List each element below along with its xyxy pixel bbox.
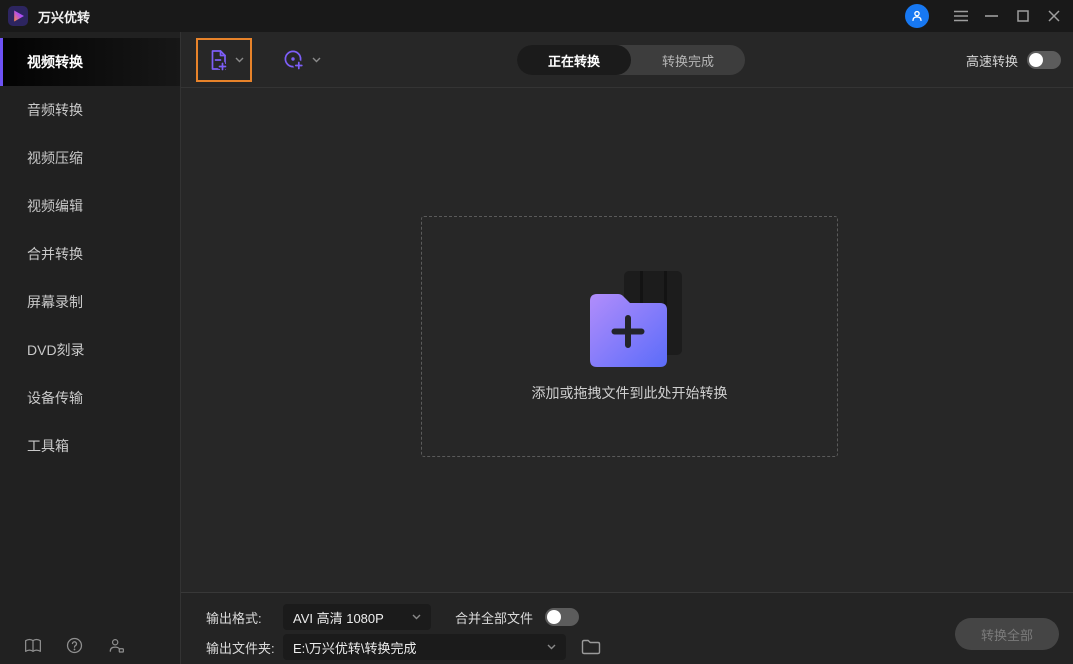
browse-folder-icon[interactable]: [581, 639, 601, 655]
output-folder-value: E:\万兴优转\转换完成: [293, 640, 417, 656]
output-folder-label: 输出文件夹:: [206, 640, 275, 656]
high-speed-section: 高速转换: [966, 32, 1061, 88]
tab-converting[interactable]: 正在转换: [517, 45, 631, 75]
close-icon[interactable]: [1038, 0, 1069, 32]
add-folder-icon: [574, 270, 686, 371]
convert-all-button[interactable]: 转换全部: [955, 618, 1059, 650]
chevron-down-icon[interactable]: [312, 57, 321, 63]
sidebar-footer: [0, 637, 180, 654]
merge-all-toggle[interactable]: [545, 608, 580, 626]
toggle-knob: [1029, 53, 1043, 67]
toggle-knob: [547, 610, 562, 624]
high-speed-label: 高速转换: [965, 53, 1018, 69]
sidebar-item-dvd-burn[interactable]: DVD刻录: [0, 326, 180, 374]
output-folder-row: 输出文件夹: E:\万兴优转\转换完成: [206, 634, 601, 660]
minimize-icon[interactable]: [976, 0, 1007, 32]
app-title: 万兴优转: [38, 9, 91, 25]
menu-icon[interactable]: [945, 0, 976, 32]
app-logo-icon: [8, 6, 28, 26]
sidebar-item-video-compress[interactable]: 视频压缩: [0, 134, 180, 182]
dropzone-hint: 添加或拖拽文件到此处开始转换: [531, 384, 728, 401]
chevron-down-icon: [412, 614, 421, 620]
add-disc-button[interactable]: [273, 38, 329, 82]
main-area: 正在转换 转换完成 高速转换 添加或拖拽文件到此处开始转换 输出格式: AVI …: [181, 32, 1073, 664]
guide-book-icon[interactable]: [24, 638, 42, 654]
sidebar-item-screen-record[interactable]: 屏幕录制: [0, 278, 180, 326]
help-icon[interactable]: [66, 637, 83, 654]
dropzone[interactable]: 添加或拖拽文件到此处开始转换: [421, 216, 838, 457]
tab-converted[interactable]: 转换完成: [631, 45, 745, 75]
footer-bar: 输出格式: AVI 高清 1080P 合并全部文件 输出文件夹: E:\万兴优转…: [181, 592, 1073, 664]
chevron-down-icon[interactable]: [235, 57, 244, 63]
sidebar-item-audio-convert[interactable]: 音频转换: [0, 86, 180, 134]
output-format-row: 输出格式: AVI 高清 1080P 合并全部文件: [206, 604, 580, 630]
sidebar-nav: 视频转换 音频转换 视频压缩 视频编辑 合并转换 屏幕录制 DVD刻录 设备传输…: [0, 32, 180, 470]
contact-icon[interactable]: [107, 637, 125, 654]
sidebar-item-merge-convert[interactable]: 合并转换: [0, 230, 180, 278]
account-avatar[interactable]: [905, 4, 929, 28]
toolbar: 正在转换 转换完成 高速转换: [181, 32, 1073, 88]
sidebar-item-video-convert[interactable]: 视频转换: [0, 38, 180, 86]
sidebar: 视频转换 音频转换 视频压缩 视频编辑 合并转换 屏幕录制 DVD刻录 设备传输…: [0, 32, 181, 664]
sidebar-item-device-transfer[interactable]: 设备传输: [0, 374, 180, 422]
merge-all-label: 合并全部文件: [455, 610, 534, 626]
maximize-icon[interactable]: [1007, 0, 1038, 32]
sidebar-item-toolbox[interactable]: 工具箱: [0, 422, 180, 470]
add-disc-icon: [281, 47, 307, 73]
add-file-button[interactable]: [196, 38, 252, 82]
output-folder-select[interactable]: E:\万兴优转\转换完成: [283, 634, 566, 660]
convert-status-tabs: 正在转换 转换完成: [517, 45, 745, 75]
chevron-down-icon: [547, 644, 556, 650]
output-format-label: 输出格式:: [206, 610, 262, 626]
titlebar: 万兴优转: [0, 0, 1073, 32]
add-file-icon: [205, 47, 231, 73]
output-format-select[interactable]: AVI 高清 1080P: [283, 604, 431, 630]
sidebar-item-video-edit[interactable]: 视频编辑: [0, 182, 180, 230]
output-format-value: AVI 高清 1080P: [293, 610, 384, 626]
high-speed-toggle[interactable]: [1027, 51, 1061, 69]
